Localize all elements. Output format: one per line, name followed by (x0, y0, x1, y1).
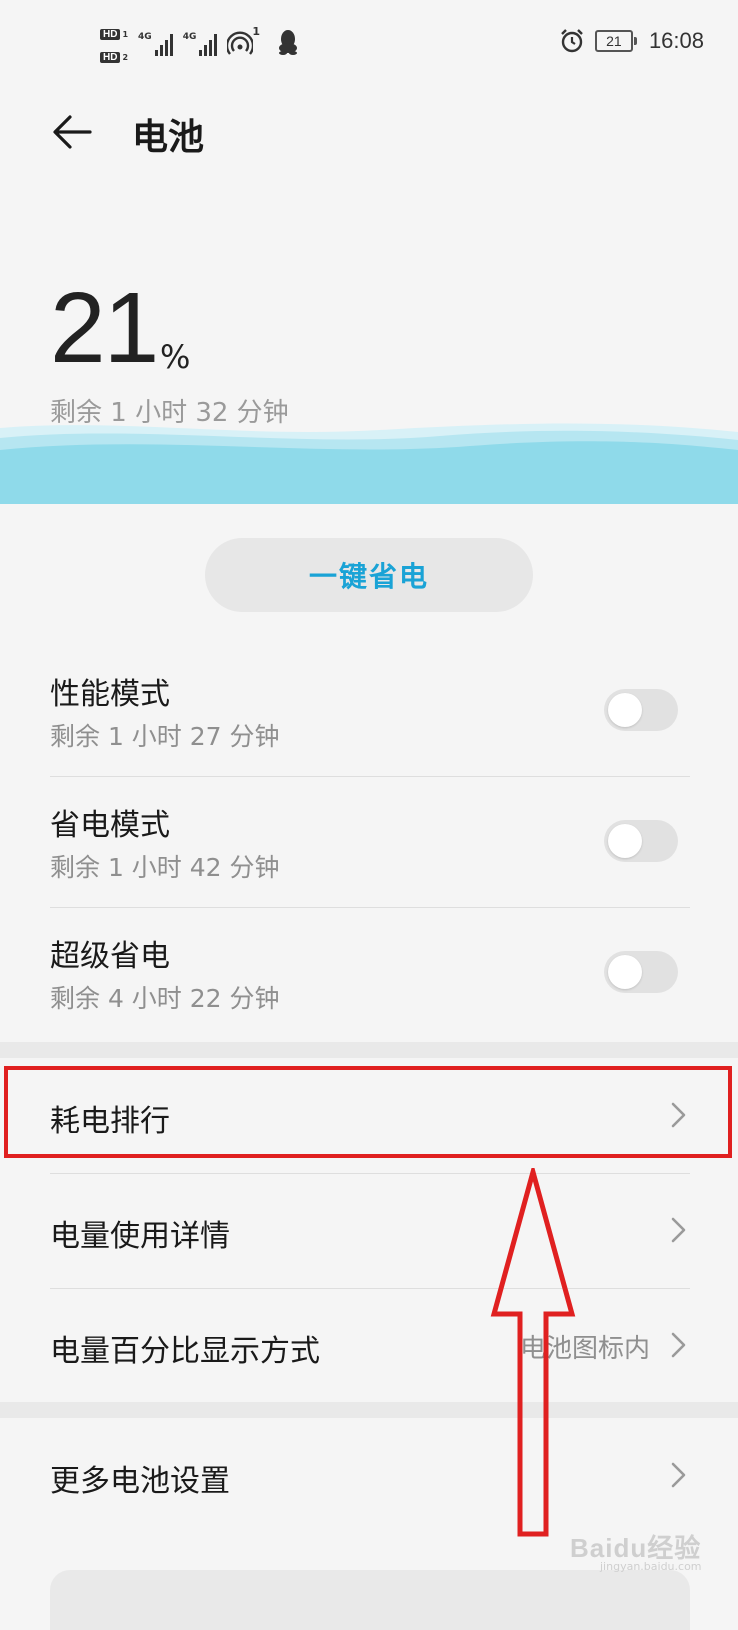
toggle-knob (608, 693, 642, 727)
hotspot-icon: 1 (226, 25, 260, 57)
mode-title: 性能模式 (50, 677, 170, 712)
mode-row-ultra-saving[interactable]: 超级省电 剩余 4 小时 22 分钟 (50, 907, 690, 1038)
ultra-power-saving-toggle[interactable] (604, 951, 678, 993)
hd-indicators: HD 1 HD 2 (100, 22, 128, 65)
battery-icon: 21 (594, 30, 637, 52)
status-bar-left: HD 1 HD 2 4G 4G 1 (100, 22, 299, 65)
section-divider (0, 1402, 738, 1418)
power-modes-section: 性能模式 剩余 1 小时 27 分钟 省电模式 剩余 1 小时 42 分钟 超级… (0, 645, 738, 1040)
mode-subtitle: 剩余 1 小时 42 分钟 (50, 853, 280, 882)
list-item-label: 电量百分比显示方式 (50, 1334, 320, 1369)
mode-row-performance[interactable]: 性能模式 剩余 1 小时 27 分钟 (50, 645, 690, 777)
battery-wave-graphic (0, 423, 738, 504)
signal-1-icon: 4G (138, 32, 173, 56)
status-bar-right: 21 16:08 (559, 28, 704, 54)
more-battery-settings-item[interactable]: 更多电池设置 (50, 1418, 690, 1533)
alarm-icon (561, 29, 583, 53)
list-item-label: 更多电池设置 (50, 1464, 230, 1499)
chevron-right-icon (671, 1332, 686, 1358)
battery-percent-value: 21 (50, 272, 159, 384)
annotation-highlight-box (4, 1066, 732, 1158)
mode-subtitle: 剩余 1 小时 27 分钟 (50, 722, 280, 751)
mode-subtitle: 剩余 4 小时 22 分钟 (50, 984, 280, 1013)
mode-title: 超级省电 (50, 939, 170, 974)
toggle-knob (608, 824, 642, 858)
header: 电池 (0, 92, 738, 182)
mode-row-power-saving[interactable]: 省电模式 剩余 1 小时 42 分钟 (50, 776, 690, 908)
battery-percentage-display-item[interactable]: 电量百分比显示方式 电池图标内 (50, 1288, 690, 1403)
performance-mode-toggle[interactable] (604, 689, 678, 731)
page-title: 电池 (132, 117, 205, 158)
chevron-right-icon (671, 1462, 686, 1488)
annotation-up-arrow-icon (490, 1168, 576, 1537)
bottom-card (50, 1570, 690, 1630)
signal-2-icon: 4G (183, 32, 218, 56)
qq-icon (277, 29, 299, 59)
status-bar: HD 1 HD 2 4G 4G 1 21 16:08 (0, 0, 738, 92)
power-usage-details-item[interactable]: 电量使用详情 (50, 1173, 690, 1289)
clock: 16:08 (648, 28, 704, 53)
back-arrow-icon[interactable] (50, 110, 94, 154)
battery-status-panel: 21 % 剩余 1 小时 32 分钟 (0, 182, 738, 504)
hd-indicator-1: HD 1 (100, 22, 128, 42)
battery-percent-symbol: % (160, 338, 191, 376)
toggle-knob (608, 955, 642, 989)
list-item-label: 电量使用详情 (50, 1219, 230, 1254)
mode-title: 省电模式 (50, 808, 170, 843)
power-saving-mode-toggle[interactable] (604, 820, 678, 862)
chevron-right-icon (671, 1217, 686, 1243)
section-divider (0, 1042, 738, 1058)
hd-indicator-2: HD 2 (100, 45, 128, 65)
baidu-watermark-url: jingyan.baidu.com (600, 1560, 702, 1573)
one-key-power-save-button[interactable]: 一键省电 (205, 538, 533, 612)
